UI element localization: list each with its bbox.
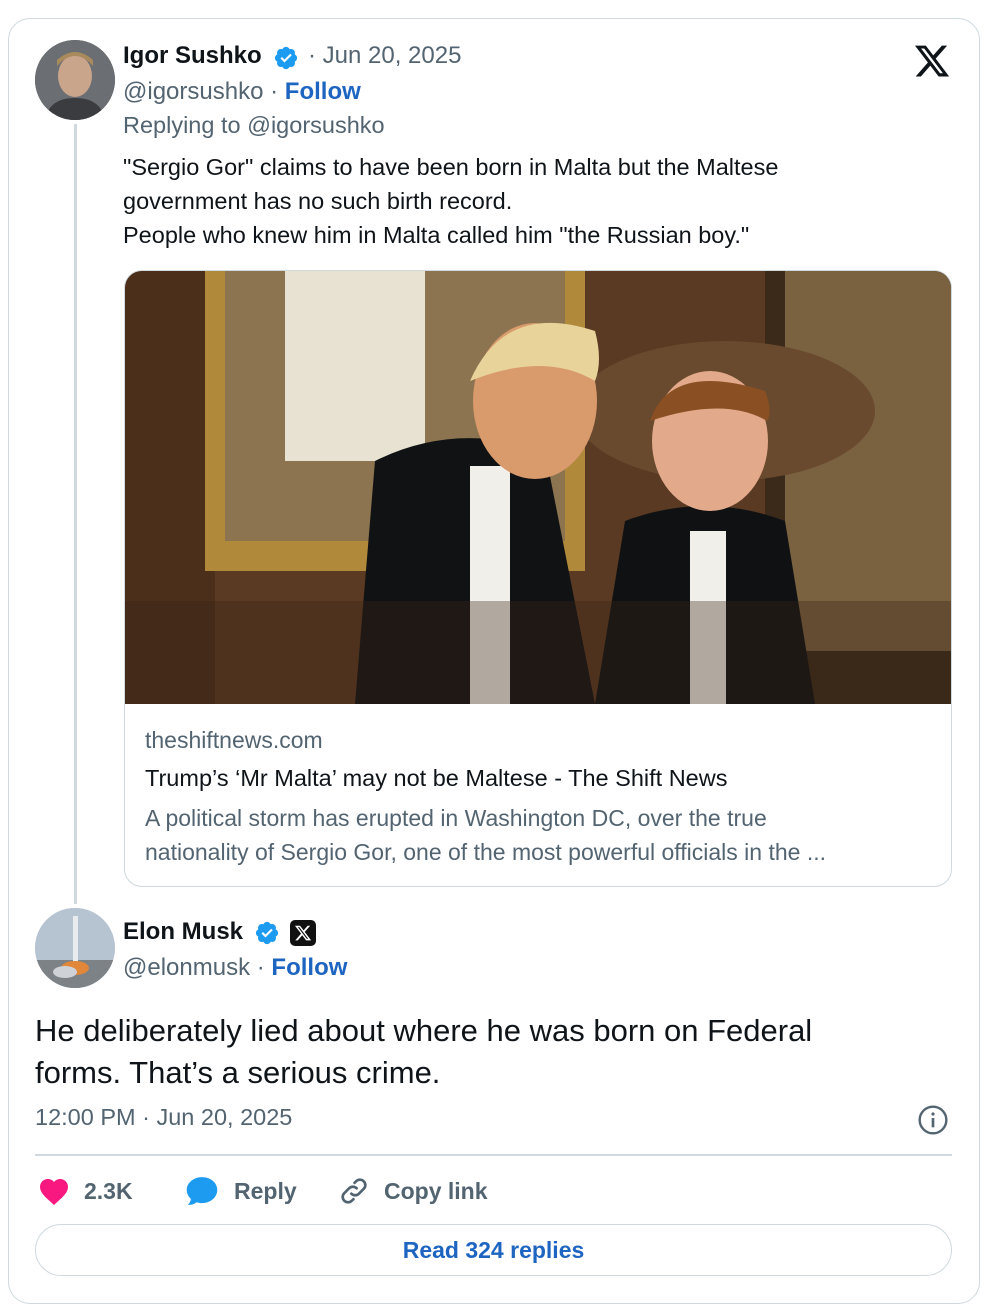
- x-affiliate-badge-icon: [290, 920, 316, 946]
- tweet-date[interactable]: · Jun 20, 2025: [308, 42, 461, 70]
- handle-separator: ·: [256, 954, 265, 981]
- avatar-igor-sushko[interactable]: [35, 40, 115, 120]
- link-description-line: A political storm has erupted in Washing…: [145, 805, 767, 831]
- thread-connector-line: [74, 124, 77, 904]
- reply-text-line: People who knew him in Malta called him …: [123, 222, 750, 248]
- follow-link[interactable]: Follow: [271, 954, 347, 981]
- link-icon: [341, 1178, 367, 1204]
- x-logo-icon[interactable]: [912, 42, 952, 80]
- reply-bubble-icon: [186, 1177, 218, 1205]
- link-title: Trump’s ‘Mr Malta’ may not be Maltese - …: [145, 765, 728, 791]
- main-tweet-text: He deliberately lied about where he was …: [35, 1010, 812, 1094]
- read-replies-button[interactable]: Read 324 replies: [35, 1224, 952, 1276]
- tweet-timestamp[interactable]: 12:00 PM · Jun 20, 2025: [35, 1104, 292, 1131]
- follow-link[interactable]: Follow: [285, 78, 361, 105]
- main-text-line: forms. That’s a serious crime.: [35, 1055, 441, 1090]
- verified-badge-icon: [255, 921, 279, 945]
- copy-link-label: Copy link: [384, 1177, 488, 1204]
- reply-button[interactable]: Reply: [184, 1172, 297, 1210]
- like-button[interactable]: 2.3K: [38, 1172, 133, 1210]
- reply-tweet-text: "Sergio Gor" claims to have been born in…: [123, 150, 778, 252]
- replying-to-label[interactable]: Replying to @igorsushko: [123, 112, 385, 139]
- heart-icon: [40, 1179, 68, 1205]
- reply-text-line: "Sergio Gor" claims to have been born in…: [123, 154, 779, 180]
- link-description-line: nationality of Sergio Gor, one of the mo…: [145, 839, 827, 865]
- info-icon[interactable]: [917, 1104, 949, 1136]
- copy-link-button[interactable]: Copy link: [338, 1172, 488, 1210]
- read-replies-label: Read 324 replies: [402, 1236, 585, 1263]
- link-preview-photo: [125, 271, 951, 704]
- author-name[interactable]: Elon Musk: [123, 918, 243, 946]
- link-domain: theshiftnews.com: [145, 727, 323, 753]
- author-handle[interactable]: @elonmusk: [123, 954, 250, 981]
- main-text-line: He deliberately lied about where he was …: [35, 1013, 813, 1048]
- handle-separator: ·: [270, 78, 279, 105]
- like-count: 2.3K: [84, 1177, 133, 1204]
- verified-badge-icon: [274, 46, 298, 70]
- avatar-elon-musk[interactable]: [35, 908, 115, 988]
- author-name[interactable]: Igor Sushko: [123, 42, 262, 70]
- link-preview-card[interactable]: theshiftnews.com Trump’s ‘Mr Malta’ may …: [124, 270, 952, 887]
- author-handle[interactable]: @igorsushko: [123, 78, 263, 105]
- reply-label: Reply: [234, 1177, 297, 1204]
- reply-text-line: government has no such birth record.: [123, 188, 513, 214]
- divider: [35, 1154, 952, 1156]
- link-description: A political storm has erupted in Washing…: [145, 801, 826, 869]
